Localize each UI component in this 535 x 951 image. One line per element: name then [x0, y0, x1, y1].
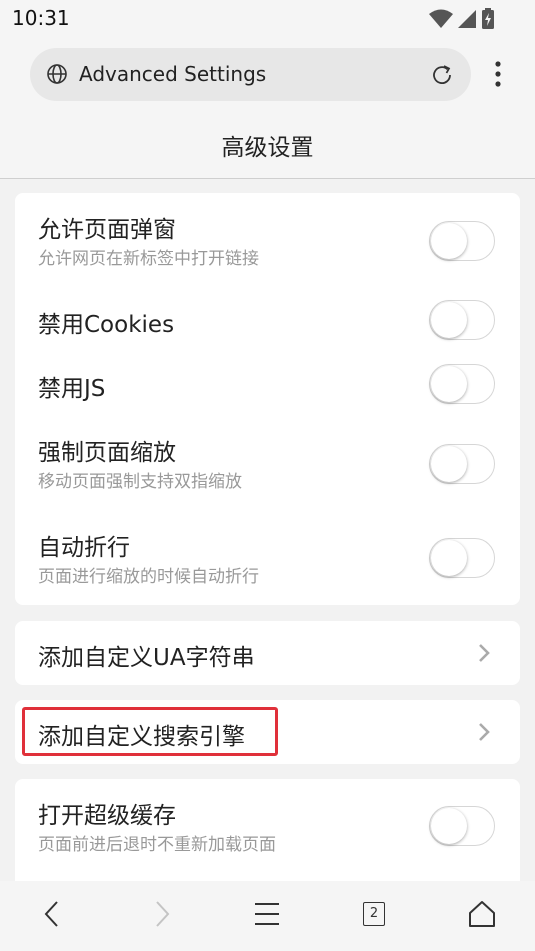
setting-subtitle: 页面前进后退时不重新加载页面	[38, 835, 276, 855]
toggle-knob	[431, 446, 467, 482]
url-text: Advanced Settings	[79, 62, 267, 86]
setting-title: 强制页面缩放	[38, 440, 176, 466]
setting-subtitle: 移动页面强制支持双指缩放	[38, 472, 242, 492]
home-icon[interactable]	[468, 899, 496, 929]
status-time: 10:31	[12, 6, 70, 30]
toggle-knob	[431, 366, 467, 402]
wifi-icon	[429, 9, 453, 28]
setting-title: 打开超级缓存	[38, 803, 176, 829]
chevron-right-icon	[479, 723, 490, 741]
toggle-knob	[431, 540, 467, 576]
tabs-button[interactable]: 2	[363, 902, 385, 926]
setting-title: 自动折行	[38, 535, 130, 561]
tab-count: 2	[369, 906, 379, 921]
setting-title: 禁用Cookies	[38, 312, 175, 338]
page-title: 高级设置	[221, 135, 314, 161]
setting-subtitle: 允许网页在新标签中打开链接	[38, 249, 259, 269]
menu-icon[interactable]	[254, 899, 280, 929]
setting-subtitle: 页面进行缩放的时候自动折行	[38, 567, 259, 587]
toggle-super-cache[interactable]	[429, 806, 495, 846]
toggle-disable-js[interactable]	[429, 364, 495, 404]
bottom-nav: 2	[0, 881, 535, 951]
toggle-allow-popups[interactable]	[429, 221, 495, 261]
reload-icon[interactable]	[429, 62, 455, 88]
toggle-force-zoom[interactable]	[429, 444, 495, 484]
globe-icon	[47, 64, 67, 84]
toggle-knob	[431, 302, 467, 338]
back-icon[interactable]	[40, 899, 64, 929]
setting-row-auto-wrap[interactable]: 自动折行 页面进行缩放的时候自动折行	[15, 511, 520, 605]
setting-title: 允许页面弹窗	[38, 217, 176, 243]
battery-icon	[482, 8, 494, 29]
status-bar: 10:31	[0, 0, 535, 36]
toggle-knob	[431, 223, 467, 259]
custom-search-engine-label: 添加自定义搜索引擎	[38, 724, 245, 750]
settings-card-general: 允许页面弹窗 允许网页在新标签中打开链接 禁用Cookies 禁用JS 强制页面…	[15, 193, 520, 605]
chevron-right-icon	[479, 644, 490, 662]
toggle-disable-cookies[interactable]	[429, 300, 495, 340]
more-menu-icon[interactable]	[488, 60, 508, 90]
status-icons	[429, 8, 495, 30]
setting-row-force-zoom[interactable]: 强制页面缩放 移动页面强制支持双指缩放	[15, 416, 520, 511]
setting-row-disable-js[interactable]: 禁用JS	[15, 352, 520, 416]
forward-icon[interactable]	[150, 899, 174, 929]
custom-search-engine-item[interactable]: 添加自定义搜索引擎	[15, 700, 520, 764]
signal-icon	[458, 10, 476, 28]
setting-row-allow-popups[interactable]: 允许页面弹窗 允许网页在新标签中打开链接	[15, 193, 520, 288]
url-bar[interactable]: Advanced Settings	[30, 48, 471, 101]
top-bar: 10:31 Advanced Settings 高级设置	[0, 0, 535, 179]
custom-ua-label: 添加自定义UA字符串	[38, 645, 255, 671]
setting-title: 禁用JS	[38, 376, 106, 402]
settings-card-cache: 打开超级缓存 页面前进后退时不重新加载页面	[15, 779, 520, 881]
setting-row-super-cache[interactable]: 打开超级缓存 页面前进后退时不重新加载页面	[15, 779, 520, 874]
setting-row-disable-cookies[interactable]: 禁用Cookies	[15, 288, 520, 352]
custom-ua-item[interactable]: 添加自定义UA字符串	[15, 621, 520, 685]
toggle-auto-wrap[interactable]	[429, 538, 495, 578]
toggle-knob	[431, 808, 467, 844]
